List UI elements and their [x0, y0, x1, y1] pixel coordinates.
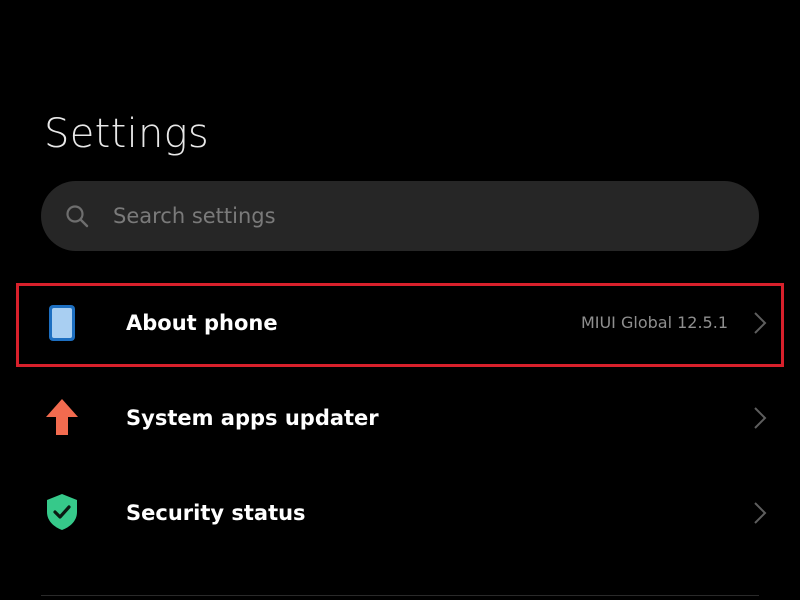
- arrow-up-icon: [46, 399, 78, 435]
- settings-screen: Settings About phone MIUI Global 12.5.1 …: [0, 0, 800, 600]
- settings-item-security-status[interactable]: Security status: [0, 472, 800, 554]
- phone-icon: [49, 305, 75, 341]
- settings-item-value: MIUI Global 12.5.1: [580, 313, 728, 332]
- settings-item-about-phone[interactable]: About phone MIUI Global 12.5.1: [0, 282, 800, 364]
- search-icon: [66, 205, 89, 228]
- chevron-right-icon: [754, 312, 767, 334]
- chevron-right-icon: [754, 407, 767, 429]
- settings-item-label: About phone: [126, 311, 278, 335]
- divider: [41, 595, 759, 596]
- page-title: Settings: [44, 111, 210, 157]
- settings-item-label: System apps updater: [126, 406, 379, 430]
- chevron-right-icon: [754, 502, 767, 524]
- settings-item-system-apps-updater[interactable]: System apps updater: [0, 377, 800, 459]
- settings-item-label: Security status: [126, 501, 306, 525]
- shield-check-icon: [47, 494, 77, 530]
- search-input[interactable]: [113, 200, 713, 232]
